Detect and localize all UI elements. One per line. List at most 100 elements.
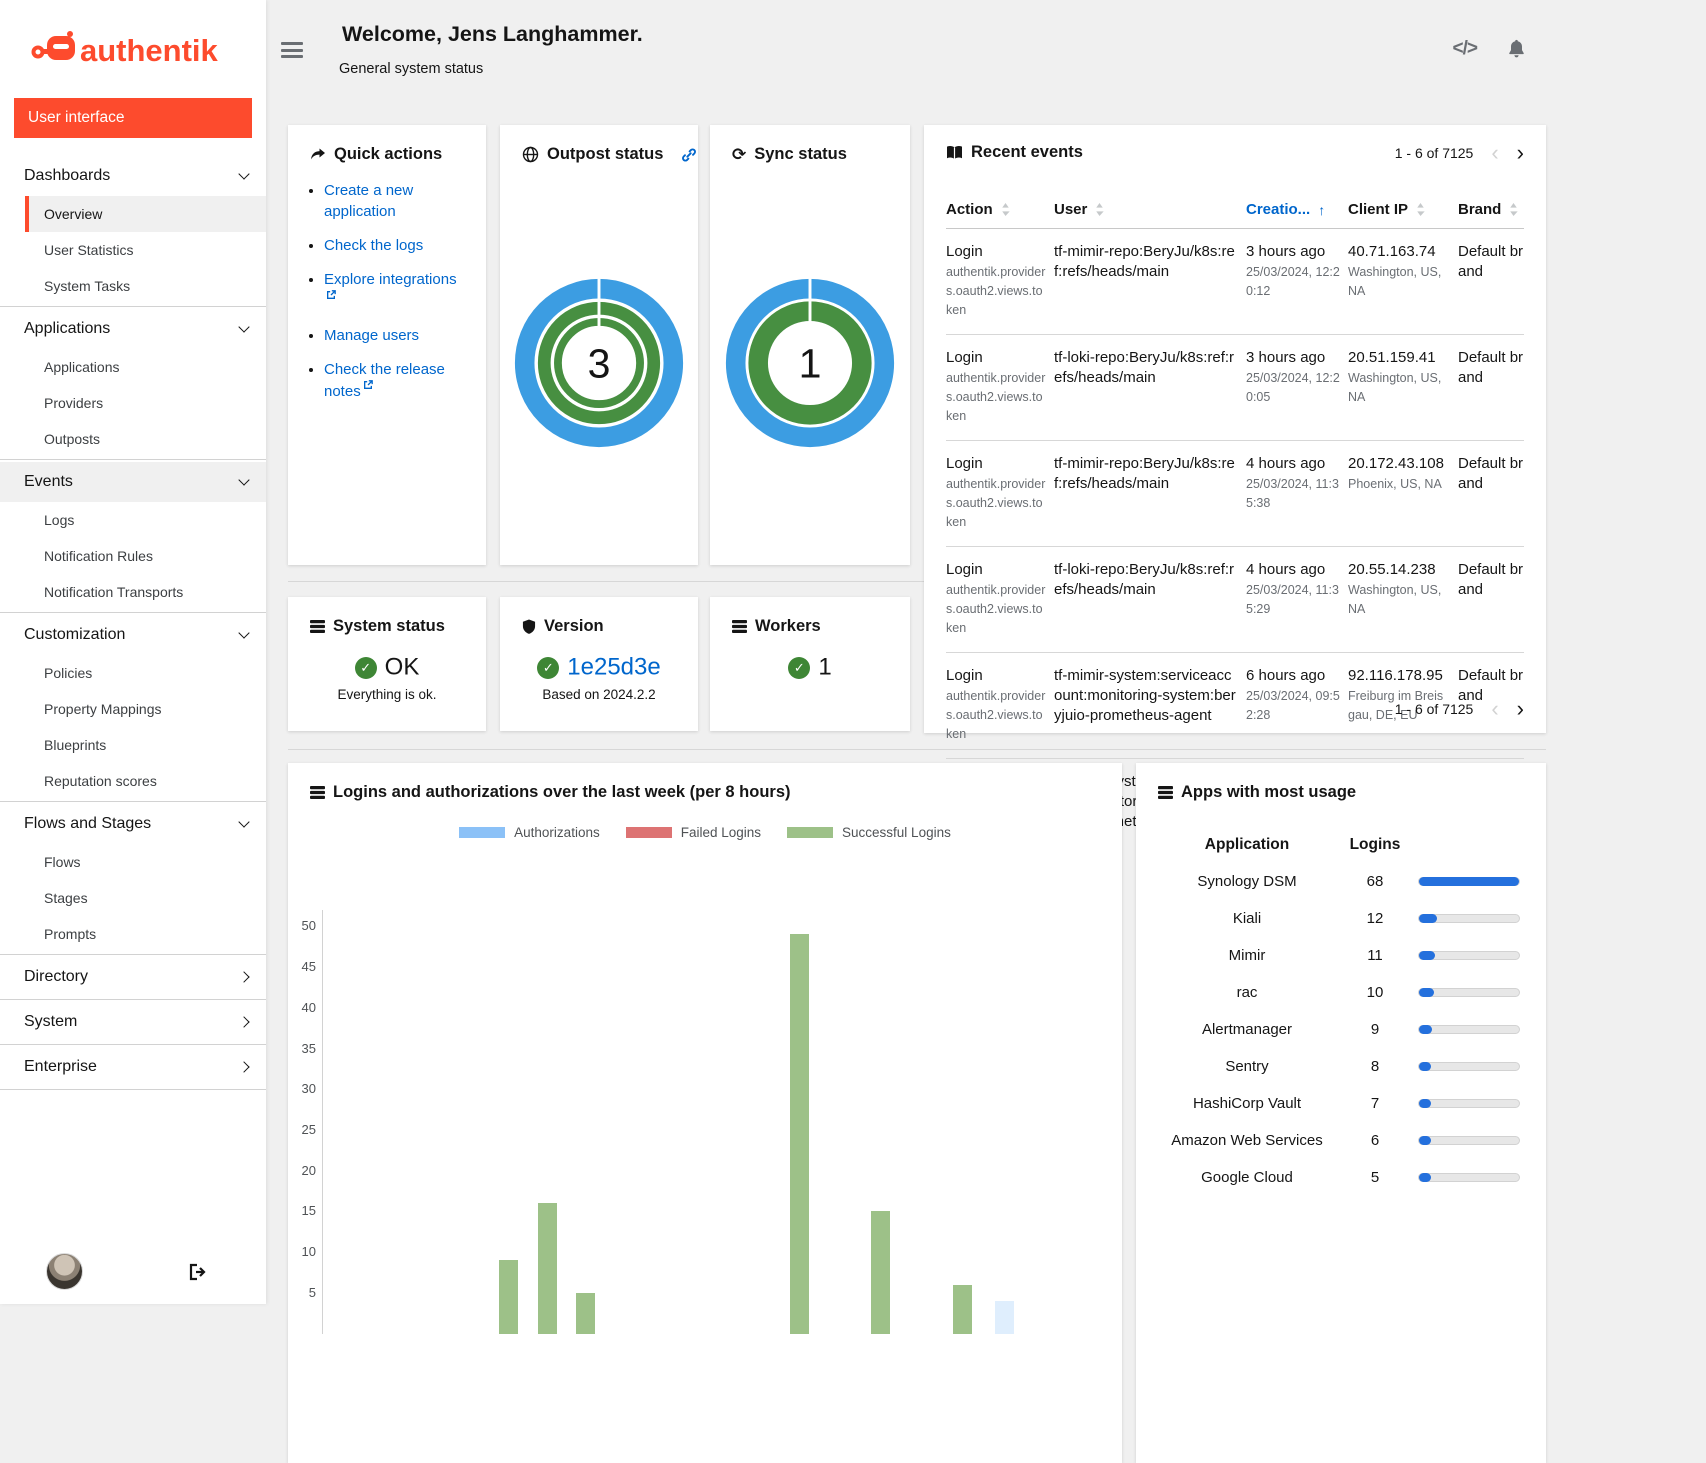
app-usage-progress: [1418, 905, 1520, 932]
page-title: Welcome, Jens Langhammer.: [342, 22, 643, 47]
chart-bar-successful-logins: [871, 1211, 890, 1333]
prev-page-icon[interactable]: ‹: [1491, 701, 1498, 717]
quick-action-link-explore-integrations[interactable]: Explore integrations: [324, 271, 457, 288]
column-header-client-ip[interactable]: Client IP: [1348, 201, 1450, 218]
outpost-link-icon[interactable]: [681, 147, 697, 163]
chart-bar-successful-logins: [538, 1203, 557, 1333]
column-header-creatio[interactable]: Creatio...↑: [1246, 201, 1340, 218]
y-axis-line: [322, 910, 323, 1334]
event-row[interactable]: Loginauthentik.providers.oauth2.views.to…: [946, 335, 1524, 441]
sidebar-item-user-statistics[interactable]: User Statistics: [25, 232, 266, 268]
event-action-link[interactable]: Login: [946, 348, 1046, 368]
sort-asc-icon: ↑: [1318, 202, 1325, 218]
sync-icon: ⟳: [732, 147, 746, 163]
sidebar-item-flows[interactable]: Flows: [25, 844, 266, 880]
event-time-relative: 6 hours ago: [1246, 666, 1340, 686]
sidebar-section-enterprise[interactable]: Enterprise: [0, 1047, 266, 1087]
next-page-icon[interactable]: ›: [1517, 145, 1524, 161]
event-creation-cell: 3 hours ago25/03/2024, 12:20:05: [1246, 348, 1340, 426]
sidebar-section-customization[interactable]: Customization: [0, 615, 266, 655]
app-login-count: 6: [1342, 1123, 1408, 1158]
event-user-link[interactable]: tf-loki-repo:BeryJu/k8s:ref:refs/heads/m…: [1054, 348, 1238, 388]
chevron-down-icon: [238, 627, 249, 638]
event-row[interactable]: Loginauthentik.providers.oauth2.views.to…: [946, 441, 1524, 547]
sidebar-item-outposts[interactable]: Outposts: [25, 421, 266, 457]
sidebar-item-property-mappings[interactable]: Property Mappings: [25, 691, 266, 727]
column-header-user[interactable]: User: [1054, 201, 1238, 218]
check-circle-icon: ✓: [788, 657, 810, 679]
event-user-link[interactable]: tf-mimir-repo:BeryJu/k8s:ref:refs/heads/…: [1054, 454, 1238, 494]
event-user-link[interactable]: tf-mimir-system:serviceaccount:monitorin…: [1054, 666, 1238, 726]
event-time-absolute: 25/03/2024, 12:20:12: [1246, 263, 1340, 301]
event-time-relative: 3 hours ago: [1246, 242, 1340, 262]
sidebar-item-applications[interactable]: Applications: [25, 349, 266, 385]
quick-action-item: Check the logs: [324, 235, 468, 256]
sign-out-icon[interactable]: [188, 1263, 208, 1281]
nav-section-flows-and-stages: Flows and Stages FlowsStagesPrompts: [0, 801, 266, 954]
app-usage-progress: [1418, 868, 1520, 895]
api-code-icon[interactable]: </>: [1453, 38, 1477, 60]
quick-action-link-manage-users[interactable]: Manage users: [324, 327, 419, 344]
event-user-link[interactable]: tf-mimir-repo:BeryJu/k8s:ref:refs/heads/…: [1054, 242, 1238, 282]
event-action-link[interactable]: Login: [946, 242, 1046, 262]
event-row[interactable]: Loginauthentik.providers.oauth2.views.to…: [946, 229, 1524, 335]
quick-action-link-check-the-logs[interactable]: Check the logs: [324, 237, 423, 254]
event-time-relative: 4 hours ago: [1246, 560, 1340, 580]
notifications-bell-icon[interactable]: [1507, 39, 1526, 59]
avatar[interactable]: [46, 1253, 83, 1290]
prev-page-icon[interactable]: ‹: [1491, 145, 1498, 161]
external-link-icon: [326, 290, 336, 300]
event-action-link[interactable]: Login: [946, 560, 1046, 580]
system-status-title: System status: [333, 617, 445, 636]
section-label: Flows and Stages: [24, 815, 151, 833]
column-label: User: [1054, 201, 1087, 218]
menu-toggle-icon[interactable]: [281, 42, 303, 60]
version-value-link[interactable]: 1e25d3e: [567, 654, 660, 681]
sidebar-item-policies[interactable]: Policies: [25, 655, 266, 691]
sidebar-item-notification-rules[interactable]: Notification Rules: [25, 538, 266, 574]
version-subtitle: Based on 2024.2.2: [500, 687, 698, 702]
sidebar-section-dashboards[interactable]: Dashboards: [0, 156, 266, 196]
sidebar-item-prompts[interactable]: Prompts: [25, 916, 266, 952]
event-action-link[interactable]: Login: [946, 666, 1046, 686]
event-action-detail: authentik.providers.oauth2.views.token: [946, 475, 1046, 532]
app-name: Alertmanager: [1162, 1011, 1332, 1048]
logins-bar-chart: 5045403530252015105: [288, 763, 1122, 1463]
quick-actions-title: Quick actions: [334, 145, 442, 164]
sidebar-section-applications[interactable]: Applications: [0, 309, 266, 349]
next-page-icon[interactable]: ›: [1517, 701, 1524, 717]
column-header-action[interactable]: Action: [946, 201, 1046, 218]
sidebar-item-blueprints[interactable]: Blueprints: [25, 727, 266, 763]
sidebar-item-reputation-scores[interactable]: Reputation scores: [25, 763, 266, 799]
sidebar-item-logs[interactable]: Logs: [25, 502, 266, 538]
section-label: Dashboards: [24, 167, 110, 185]
section-label: Applications: [24, 320, 110, 338]
event-action-detail: authentik.providers.oauth2.views.token: [946, 687, 1046, 744]
sidebar-item-stages[interactable]: Stages: [25, 880, 266, 916]
sidebar-section-flows-and-stages[interactable]: Flows and Stages: [0, 804, 266, 844]
event-action-cell: Loginauthentik.providers.oauth2.views.to…: [946, 666, 1046, 744]
quick-action-link-check-the-release-notes[interactable]: Check the release notes: [324, 361, 445, 400]
event-action-link[interactable]: Login: [946, 454, 1046, 474]
event-row[interactable]: Loginauthentik.providers.oauth2.views.to…: [946, 547, 1524, 653]
sidebar-item-notification-transports[interactable]: Notification Transports: [25, 574, 266, 610]
sidebar-section-system[interactable]: System: [0, 1002, 266, 1042]
sidebar-item-overview[interactable]: Overview: [25, 196, 266, 232]
section-label: Enterprise: [24, 1058, 97, 1076]
y-tick-label: 45: [290, 959, 316, 974]
event-brand-cell: Default brand: [1458, 348, 1524, 426]
event-brand-cell: Default brand: [1458, 242, 1524, 320]
user-interface-button[interactable]: User interface: [14, 98, 252, 138]
sync-donut-chart: 1: [722, 275, 898, 451]
check-circle-icon: ✓: [537, 657, 559, 679]
app-name: Amazon Web Services: [1162, 1122, 1332, 1159]
sidebar-section-events[interactable]: Events: [0, 462, 266, 502]
column-header-brand[interactable]: Brand: [1458, 201, 1524, 218]
sidebar-item-providers[interactable]: Providers: [25, 385, 266, 421]
event-user-link[interactable]: tf-loki-repo:BeryJu/k8s:ref:refs/heads/m…: [1054, 560, 1238, 600]
sidebar-item-system-tasks[interactable]: System Tasks: [25, 268, 266, 304]
nav-section-events: EventsLogsNotification RulesNotification…: [0, 459, 266, 612]
event-client-ip: 20.172.43.108: [1348, 454, 1450, 474]
sidebar-section-directory[interactable]: Directory: [0, 957, 266, 997]
quick-action-link-create-a-new-application[interactable]: Create a new application: [324, 182, 413, 220]
